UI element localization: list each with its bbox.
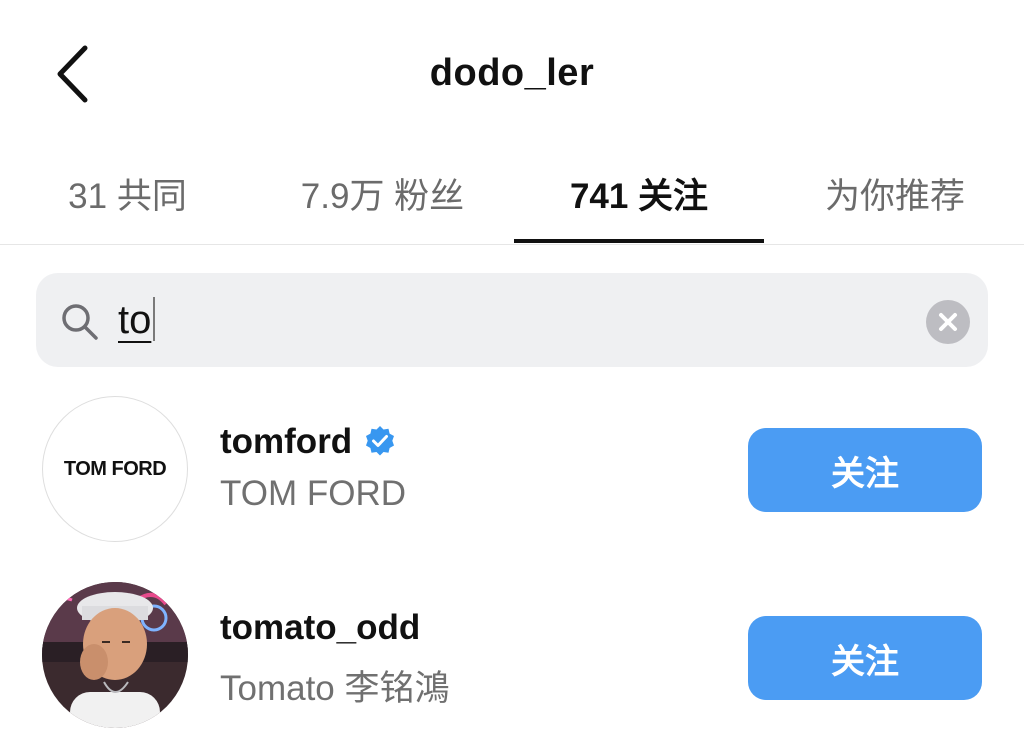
avatar[interactable] xyxy=(42,582,188,728)
header: dodo_ler xyxy=(0,0,1024,150)
search-icon xyxy=(62,304,98,340)
username-text: tomford xyxy=(220,422,353,461)
username[interactable]: tomford xyxy=(220,422,398,462)
tab-bar: 31 共同 7.9万 粉丝 741 关注 为你推荐 xyxy=(0,150,1024,245)
username-text: tomato_odd xyxy=(220,608,421,647)
page-title: dodo_ler xyxy=(429,52,595,94)
tomford-logo: TOM FORD xyxy=(63,457,167,480)
tab-following[interactable]: 741 关注 xyxy=(515,168,763,219)
search-bar[interactable]: to xyxy=(36,273,988,367)
full-name: Tomato 李铭鴻 xyxy=(220,669,450,708)
search-input-value: to xyxy=(118,298,152,342)
active-tab-indicator xyxy=(514,239,764,243)
tab-suggested[interactable]: 为你推荐 xyxy=(790,168,1000,219)
tab-mutual[interactable]: 31 共同 xyxy=(30,168,225,219)
follow-button[interactable]: 关注 xyxy=(748,428,982,512)
clear-search-button[interactable] xyxy=(926,300,970,344)
username[interactable]: tomato_odd xyxy=(220,608,420,648)
text-caret xyxy=(153,297,156,341)
full-name: TOM FORD xyxy=(220,474,407,513)
verified-badge-icon xyxy=(366,426,395,456)
profile-photo xyxy=(42,582,188,728)
search-input[interactable]: to xyxy=(118,295,156,345)
clear-icon xyxy=(939,313,957,331)
tab-followers[interactable]: 7.9万 粉丝 xyxy=(265,168,500,219)
follow-button[interactable]: 关注 xyxy=(748,616,982,700)
list-item[interactable]: tomato_odd Tomato 李铭鴻 关注 xyxy=(0,576,1024,736)
avatar[interactable]: TOM FORD xyxy=(42,396,188,542)
list-item[interactable]: TOM FORD tomford TOM FORD 关注 xyxy=(0,390,1024,550)
